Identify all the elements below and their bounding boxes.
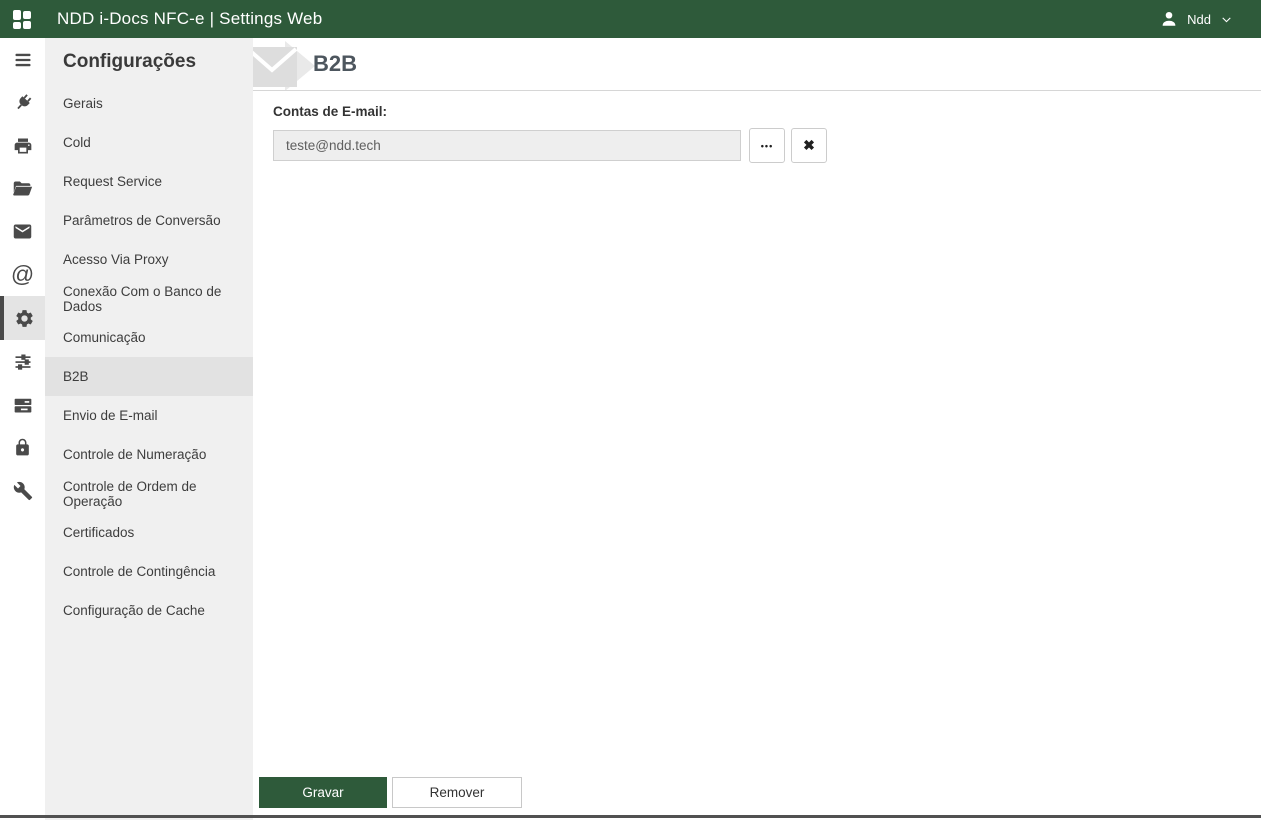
rail-item-services[interactable] [0,383,45,426]
clear-emails-button[interactable]: ✖ [791,128,827,163]
user-menu[interactable]: Ndd [1160,10,1233,28]
rail-item-at[interactable]: @ [0,253,45,296]
email-accounts-input[interactable] [273,130,741,161]
wrench-icon [13,481,32,500]
sidebar-item-envio-de-email[interactable]: Envio de E-mail [45,396,253,435]
main-content: B2B Contas de E-mail: ••• ✖ Gravar Remov… [253,38,1261,820]
email-row: ••• ✖ [273,128,1241,163]
plug-icon [16,93,31,109]
sidebar-item-controle-de-ordem-de-operacao[interactable]: Controle de Ordem de Operação [45,474,253,513]
user-name: Ndd [1187,11,1211,27]
icon-rail: @ [0,38,45,820]
sidebar-item-conexao-banco-de-dados[interactable]: Conexão Com o Banco de Dados [45,279,253,318]
sidebar-item-parametros-de-conversao[interactable]: Parâmetros de Conversão [45,201,253,240]
sliders-icon [15,354,30,370]
sidebar-item-gerais[interactable]: Gerais [45,84,253,123]
page-header: B2B [253,38,1261,91]
settings-sidebar: Configurações Gerais Cold Request Servic… [45,38,253,820]
app-title: NDD i-Docs NFC-e | Settings Web [57,9,323,28]
rail-item-files[interactable] [0,167,45,210]
printer-icon [14,138,31,153]
sidebar-item-request-service[interactable]: Request Service [45,162,253,201]
rail-item-mail[interactable] [0,210,45,253]
lock-icon [16,438,29,456]
chevron-down-icon [1222,16,1231,22]
rail-item-tools[interactable] [0,469,45,512]
save-button[interactable]: Gravar [259,777,387,808]
page-title: B2B [313,51,358,76]
email-accounts-label: Contas de E-mail: [273,104,388,119]
remove-button[interactable]: Remover [392,777,522,808]
sidebar-item-comunicacao[interactable]: Comunicação [45,318,253,357]
sidebar-item-acesso-via-proxy[interactable]: Acesso Via Proxy [45,240,253,279]
sidebar-item-b2b[interactable]: B2B [45,357,253,396]
rail-item-settings[interactable] [0,296,45,340]
user-icon [1162,11,1176,26]
rail-item-parameters[interactable] [0,340,45,383]
footer-actions: Gravar Remover [259,777,522,808]
bars-icon [15,53,30,66]
sidebar-item-certificados[interactable]: Certificados [45,513,253,552]
sidebar-item-cold[interactable]: Cold [45,123,253,162]
browse-emails-button[interactable]: ••• [749,128,785,163]
rail-item-security[interactable] [0,426,45,469]
sidebar-title: Configurações [63,51,197,72]
sidebar-item-controle-de-numeracao[interactable]: Controle de Numeração [45,435,253,474]
rail-menu-toggle[interactable] [0,38,45,81]
envelope-icon [13,224,32,239]
bottom-strip [0,815,1261,818]
gear-icon [16,309,33,327]
server-icon [14,398,31,412]
sidebar-item-configuracao-de-cache[interactable]: Configuração de Cache [45,591,253,630]
sidebar-item-controle-de-contingencia[interactable]: Controle de Contingência [45,552,253,591]
folder-open-icon [13,181,33,196]
at-icon: @ [10,261,35,287]
ndd-grid-logo-icon [13,9,31,29]
rail-item-printing[interactable] [0,124,45,167]
rail-item-connections[interactable] [0,81,45,124]
topbar: NDD i-Docs NFC-e | Settings Web Ndd [0,0,1261,38]
app-logo[interactable] [0,0,45,38]
b2b-form: Contas de E-mail: ••• ✖ [253,91,1261,163]
